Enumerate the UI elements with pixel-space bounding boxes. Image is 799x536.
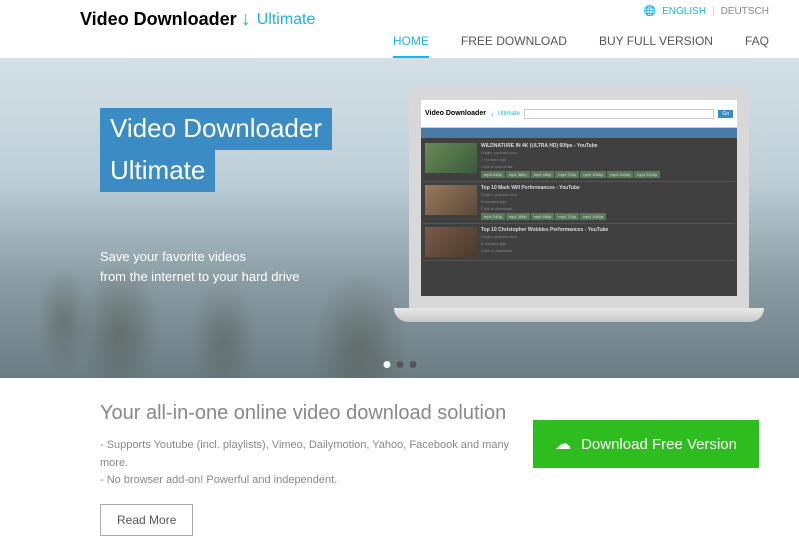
video-title: WILDNATURE IN 4K (ULTRA HD) 60fps - YouT…	[481, 143, 733, 149]
format-option[interactable]: mp4 720p	[555, 171, 579, 178]
hero-title-line2: Ultimate	[100, 150, 215, 192]
video-title: Top 10 Mark Will Performances - YouTube	[481, 185, 733, 191]
nav-home[interactable]: HOME	[393, 34, 429, 58]
carousel-dot-2[interactable]	[396, 361, 403, 368]
video-click: Click to download	[481, 248, 733, 253]
laptop-mockup: Video Downloader ↓ Ultimate Go WILDNATUR…	[394, 88, 764, 348]
app-header: Video Downloader ↓ Ultimate Go	[421, 100, 737, 128]
laptop-base	[394, 308, 764, 322]
video-info: Top 10 Mark Will Performances - YouTube …	[481, 185, 733, 220]
feature-line-1: - Supports Youtube (incl. playlists), Vi…	[100, 437, 533, 472]
format-option[interactable]: mp4 480p	[531, 213, 555, 220]
video-click: Click to download	[481, 164, 733, 169]
content-headline: Your all-in-one online video download so…	[100, 402, 533, 425]
video-origin: Origin: youtube.com	[481, 150, 733, 155]
format-option[interactable]: mp4 360p	[506, 171, 530, 178]
download-free-button[interactable]: ☁ Download Free Version	[533, 420, 759, 468]
video-time: 8 minutes ago	[481, 199, 733, 204]
app-logo-sub: Ultimate	[498, 111, 520, 117]
video-click: Click to download	[481, 206, 733, 211]
download-arrow-icon: ↓	[241, 8, 251, 31]
app-search-input[interactable]	[524, 109, 714, 119]
format-option[interactable]: mp4 360p	[506, 213, 530, 220]
language-bar: 🌐 ENGLISH | DEUTSCH	[644, 6, 769, 17]
logo-sub-text: Ultimate	[257, 11, 316, 29]
app-video-list: WILDNATURE IN 4K (ULTRA HD) 60fps - YouT…	[421, 138, 737, 296]
feature-line-2: - No browser add-on! Powerful and indepe…	[100, 472, 533, 490]
video-info: WILDNATURE IN 4K (ULTRA HD) 60fps - YouT…	[481, 143, 733, 178]
format-option[interactable]: mp4 720p	[555, 213, 579, 220]
format-row: mp4 240p mp4 360p mp4 480p mp4 720p mp4 …	[481, 213, 733, 220]
content-left: Your all-in-one online video download so…	[100, 402, 533, 536]
format-option[interactable]: mp4 1080p	[580, 171, 606, 178]
list-item[interactable]: WILDNATURE IN 4K (ULTRA HD) 60fps - YouT…	[423, 140, 735, 182]
video-thumbnail	[425, 227, 477, 257]
app-logo-main: Video Downloader	[425, 110, 486, 117]
format-option[interactable]: mp4 1080p	[580, 213, 606, 220]
video-origin: Origin: youtube.com	[481, 234, 733, 239]
logo-main-text: Video Downloader	[80, 9, 237, 30]
app-go-button[interactable]: Go	[718, 110, 733, 118]
main-nav: HOME FREE DOWNLOAD BUY FULL VERSION FAQ	[393, 34, 769, 58]
hero-sub-line1: Save your favorite videos	[100, 247, 332, 268]
app-arrow-icon: ↓	[490, 109, 494, 118]
read-more-button[interactable]: Read More	[100, 504, 193, 536]
format-option[interactable]: mp4 480p	[531, 171, 555, 178]
video-time: 8 minutes ago	[481, 241, 733, 246]
lang-separator: |	[712, 6, 715, 17]
hero-text: Video Downloader Ultimate Save your favo…	[100, 108, 332, 288]
list-item[interactable]: Top 10 Mark Will Performances - YouTube …	[423, 182, 735, 224]
globe-icon: 🌐	[644, 6, 656, 17]
logo[interactable]: Video Downloader ↓ Ultimate	[80, 8, 315, 31]
video-thumbnail	[425, 143, 477, 173]
carousel-dot-3[interactable]	[409, 361, 416, 368]
video-info: Top 10 Christopher Wobbles Performances …	[481, 227, 733, 257]
carousel-dots	[383, 361, 416, 368]
webcam-icon	[577, 91, 581, 95]
hero-title-line1: Video Downloader	[100, 108, 332, 150]
nav-faq[interactable]: FAQ	[745, 34, 769, 58]
carousel-dot-1[interactable]	[383, 361, 390, 368]
video-time: 7 minutes ago	[481, 157, 733, 162]
laptop-screen: Video Downloader ↓ Ultimate Go WILDNATUR…	[409, 88, 749, 308]
hero-section: Video Downloader Ultimate Save your favo…	[0, 58, 799, 378]
cloud-download-icon: ☁	[555, 434, 571, 454]
nav-buy-full[interactable]: BUY FULL VERSION	[599, 34, 713, 58]
format-option[interactable]: mp4 1440p	[607, 171, 633, 178]
video-title: Top 10 Christopher Wobbles Performances …	[481, 227, 733, 233]
list-item[interactable]: Top 10 Christopher Wobbles Performances …	[423, 224, 735, 261]
hero-sub-line2: from the internet to your hard drive	[100, 267, 332, 288]
video-origin: Origin: youtube.com	[481, 192, 733, 197]
download-button-label: Download Free Version	[581, 436, 737, 453]
video-thumbnail	[425, 185, 477, 215]
format-option[interactable]: mp4 2160p	[634, 171, 660, 178]
format-row: mp4 240p mp4 360p mp4 480p mp4 720p mp4 …	[481, 171, 733, 178]
lang-deutsch[interactable]: DEUTSCH	[721, 6, 769, 17]
nav-free-download[interactable]: FREE DOWNLOAD	[461, 34, 567, 58]
header: Video Downloader ↓ Ultimate 🌐 ENGLISH | …	[0, 0, 799, 58]
format-option[interactable]: mp4 240p	[481, 213, 505, 220]
content-section: Your all-in-one online video download so…	[0, 378, 799, 536]
hero-subtitle: Save your favorite videos from the inter…	[100, 247, 332, 289]
app-tabs[interactable]	[421, 128, 737, 138]
lang-english[interactable]: ENGLISH	[662, 6, 706, 17]
format-option[interactable]: mp4 240p	[481, 171, 505, 178]
